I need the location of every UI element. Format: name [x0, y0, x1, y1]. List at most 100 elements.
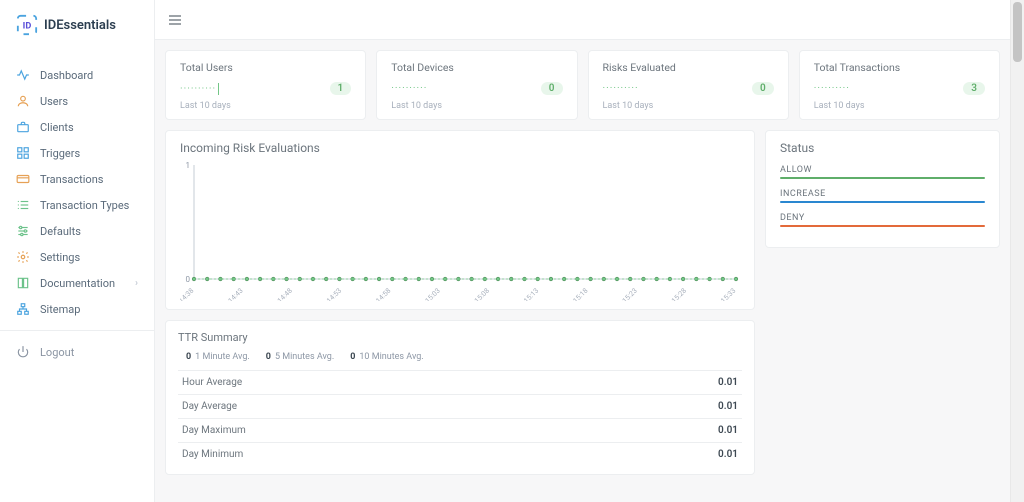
- status-line: [780, 201, 985, 203]
- stat-cards-row: Total Users··········1Last 10 daysTotal …: [165, 50, 1000, 120]
- ttr-row-label: Day Maximum: [178, 419, 584, 443]
- header: [155, 0, 1010, 40]
- table-row: Day Maximum0.01: [178, 419, 742, 443]
- stat-card-value: 0: [752, 82, 774, 95]
- ttr-row-label: Hour Average: [178, 371, 584, 395]
- sitemap-icon: [16, 302, 30, 316]
- sidebar-item-sitemap[interactable]: Sitemap: [0, 296, 154, 322]
- brand-name: IDEssentials: [44, 18, 116, 33]
- pulse-icon: [16, 68, 30, 82]
- sidebar-item-defaults[interactable]: Defaults: [0, 218, 154, 244]
- sliders-icon: [16, 224, 30, 238]
- svg-text:0: 0: [186, 275, 191, 284]
- ttr-avg-item: 0 1 Minute Avg.: [186, 352, 250, 362]
- menu-toggle-button[interactable]: [167, 12, 183, 28]
- status-item: DENY: [780, 213, 985, 227]
- ttr-row-label: Day Minimum: [178, 443, 584, 467]
- stat-card-value: 1: [330, 82, 352, 95]
- sidebar-item-users[interactable]: Users: [0, 88, 154, 114]
- ttr-avg-item: 0 10 Minutes Avg.: [350, 352, 423, 362]
- stat-card-title: Total Devices: [391, 61, 562, 74]
- ttr-avg-item: 05 Minutes Avg.: [266, 352, 334, 362]
- sparkline-icon: ··········: [391, 83, 427, 94]
- sidebar-item-transactions[interactable]: Transactions: [0, 166, 154, 192]
- main: Total Users··········1Last 10 daysTotal …: [155, 40, 1010, 502]
- svg-text:15:03: 15:03: [424, 287, 442, 301]
- ttr-averages: 0 1 Minute Avg. 05 Minutes Avg. 0 10 Minutes…: [178, 352, 742, 362]
- stat-card-body: ·········· 3: [814, 82, 985, 95]
- svg-text:15:08: 15:08: [473, 287, 491, 301]
- ttr-avg-value: 0: [350, 352, 355, 362]
- briefcase-icon: [16, 120, 30, 134]
- status-item: ALLOW: [780, 165, 985, 179]
- table-row: Day Average0.01: [178, 395, 742, 419]
- stat-card: Risks Evaluated··········0Last 10 days: [588, 50, 789, 120]
- sidebar-item-label: Documentation: [40, 277, 115, 290]
- ttr-summary-panel: TTR Summary 01 Minute Avg.05 Minutes Avg…: [165, 320, 755, 475]
- brand-logo[interactable]: ID IDEssentials: [0, 0, 154, 50]
- sparkline-icon: ··········: [180, 83, 219, 95]
- risk-evaluations-panel: Incoming Risk Evaluations 0114:3814:4314…: [165, 130, 755, 310]
- brand-mark-icon: ID: [16, 14, 38, 36]
- svg-text:15:23: 15:23: [621, 287, 639, 301]
- sparkline-icon: ··········: [814, 83, 850, 94]
- status-label: DENY: [780, 213, 985, 223]
- stat-card: Total Transactions··········3Last 10 day…: [799, 50, 1000, 120]
- page-scrollbar[interactable]: [1010, 0, 1024, 502]
- svg-text:1: 1: [186, 161, 191, 170]
- grid-icon: [16, 146, 30, 160]
- credit-card-icon: [16, 172, 30, 186]
- status-line: [780, 177, 985, 179]
- nav: Dashboard Users Clients Triggers Transac…: [0, 62, 154, 365]
- svg-text:14:48: 14:48: [276, 287, 294, 301]
- svg-text:14:58: 14:58: [375, 287, 393, 301]
- stat-card: Total Devices ··········0 Last 10 days: [376, 50, 577, 120]
- sidebar-item-documentation[interactable]: Documentation ›: [0, 270, 154, 296]
- ttr-avg-label: 10 Minutes Avg.: [359, 352, 423, 362]
- stat-card-foot: Last 10 days: [603, 101, 774, 111]
- stat-card-body: ··········0: [391, 82, 562, 95]
- sidebar-item-transaction-types[interactable]: Transaction Types: [0, 192, 154, 218]
- content-row: Incoming Risk Evaluations 0114:3814:4314…: [165, 130, 1000, 475]
- svg-text:14:53: 14:53: [325, 287, 343, 301]
- user-icon: [16, 94, 30, 108]
- gear-icon: [16, 250, 30, 264]
- sidebar-item-label: Users: [40, 95, 68, 108]
- sidebar-item-label: Transaction Types: [40, 199, 129, 212]
- stat-card-value: 3: [963, 82, 985, 95]
- chart-column: Incoming Risk Evaluations 0114:3814:4314…: [165, 130, 755, 475]
- ttr-row-value: 0.01: [584, 443, 742, 467]
- sidebar-item-label: Triggers: [40, 147, 80, 160]
- stat-card-title: Total Transactions: [814, 61, 985, 74]
- sidebar-item-dashboard[interactable]: Dashboard: [0, 62, 154, 88]
- svg-text:14:43: 14:43: [227, 287, 245, 301]
- sidebar-item-clients[interactable]: Clients: [0, 114, 154, 140]
- status-panel: Status ALLOWINCREASEDENY: [765, 130, 1000, 248]
- ttr-avg-label: 1 Minute Avg.: [195, 352, 250, 362]
- risk-line-chart: 0 1 14:38 14:43 14:48 14:53 14:58 15:03 15:08 15:…: [180, 161, 740, 301]
- ttr-avg-label: 5 Minutes Avg.: [275, 352, 334, 362]
- ttr-row-label: Day Average: [178, 395, 584, 419]
- status-line: [780, 225, 985, 227]
- status-label: INCREASE: [780, 189, 985, 199]
- stat-card-body: ·········· 1: [180, 82, 351, 95]
- table-row: Hour Average0.01: [178, 371, 742, 395]
- stat-card: Total Users··········1Last 10 days: [165, 50, 366, 120]
- ttr-row-value: 0.01: [584, 419, 742, 443]
- svg-text:15:28: 15:28: [670, 287, 688, 301]
- nav-divider: [0, 330, 154, 331]
- sidebar-item-settings[interactable]: Settings: [0, 244, 154, 270]
- power-icon: [16, 345, 30, 359]
- scrollbar-thumb[interactable]: [1013, 2, 1022, 62]
- chart-area: 0 1 14:38 14:43 14:48 14:53 14:58 15:03 15:08 15:…: [180, 161, 740, 301]
- svg-text:14:38: 14:38: [180, 287, 195, 301]
- chevron-right-icon: ›: [135, 278, 138, 289]
- table-row: Day Minimum0.01: [178, 443, 742, 467]
- stat-card-foot: Last 10 days: [391, 101, 562, 111]
- stat-card-title: Total Users: [180, 61, 351, 74]
- sidebar-item-triggers[interactable]: Triggers: [0, 140, 154, 166]
- sidebar: ID IDEssentials Dashboard Users Clients …: [0, 0, 155, 502]
- ttr-avg-value: 0: [186, 352, 191, 362]
- sidebar-item-logout[interactable]: Logout: [0, 339, 154, 365]
- sparkline-icon: ··········: [603, 83, 639, 94]
